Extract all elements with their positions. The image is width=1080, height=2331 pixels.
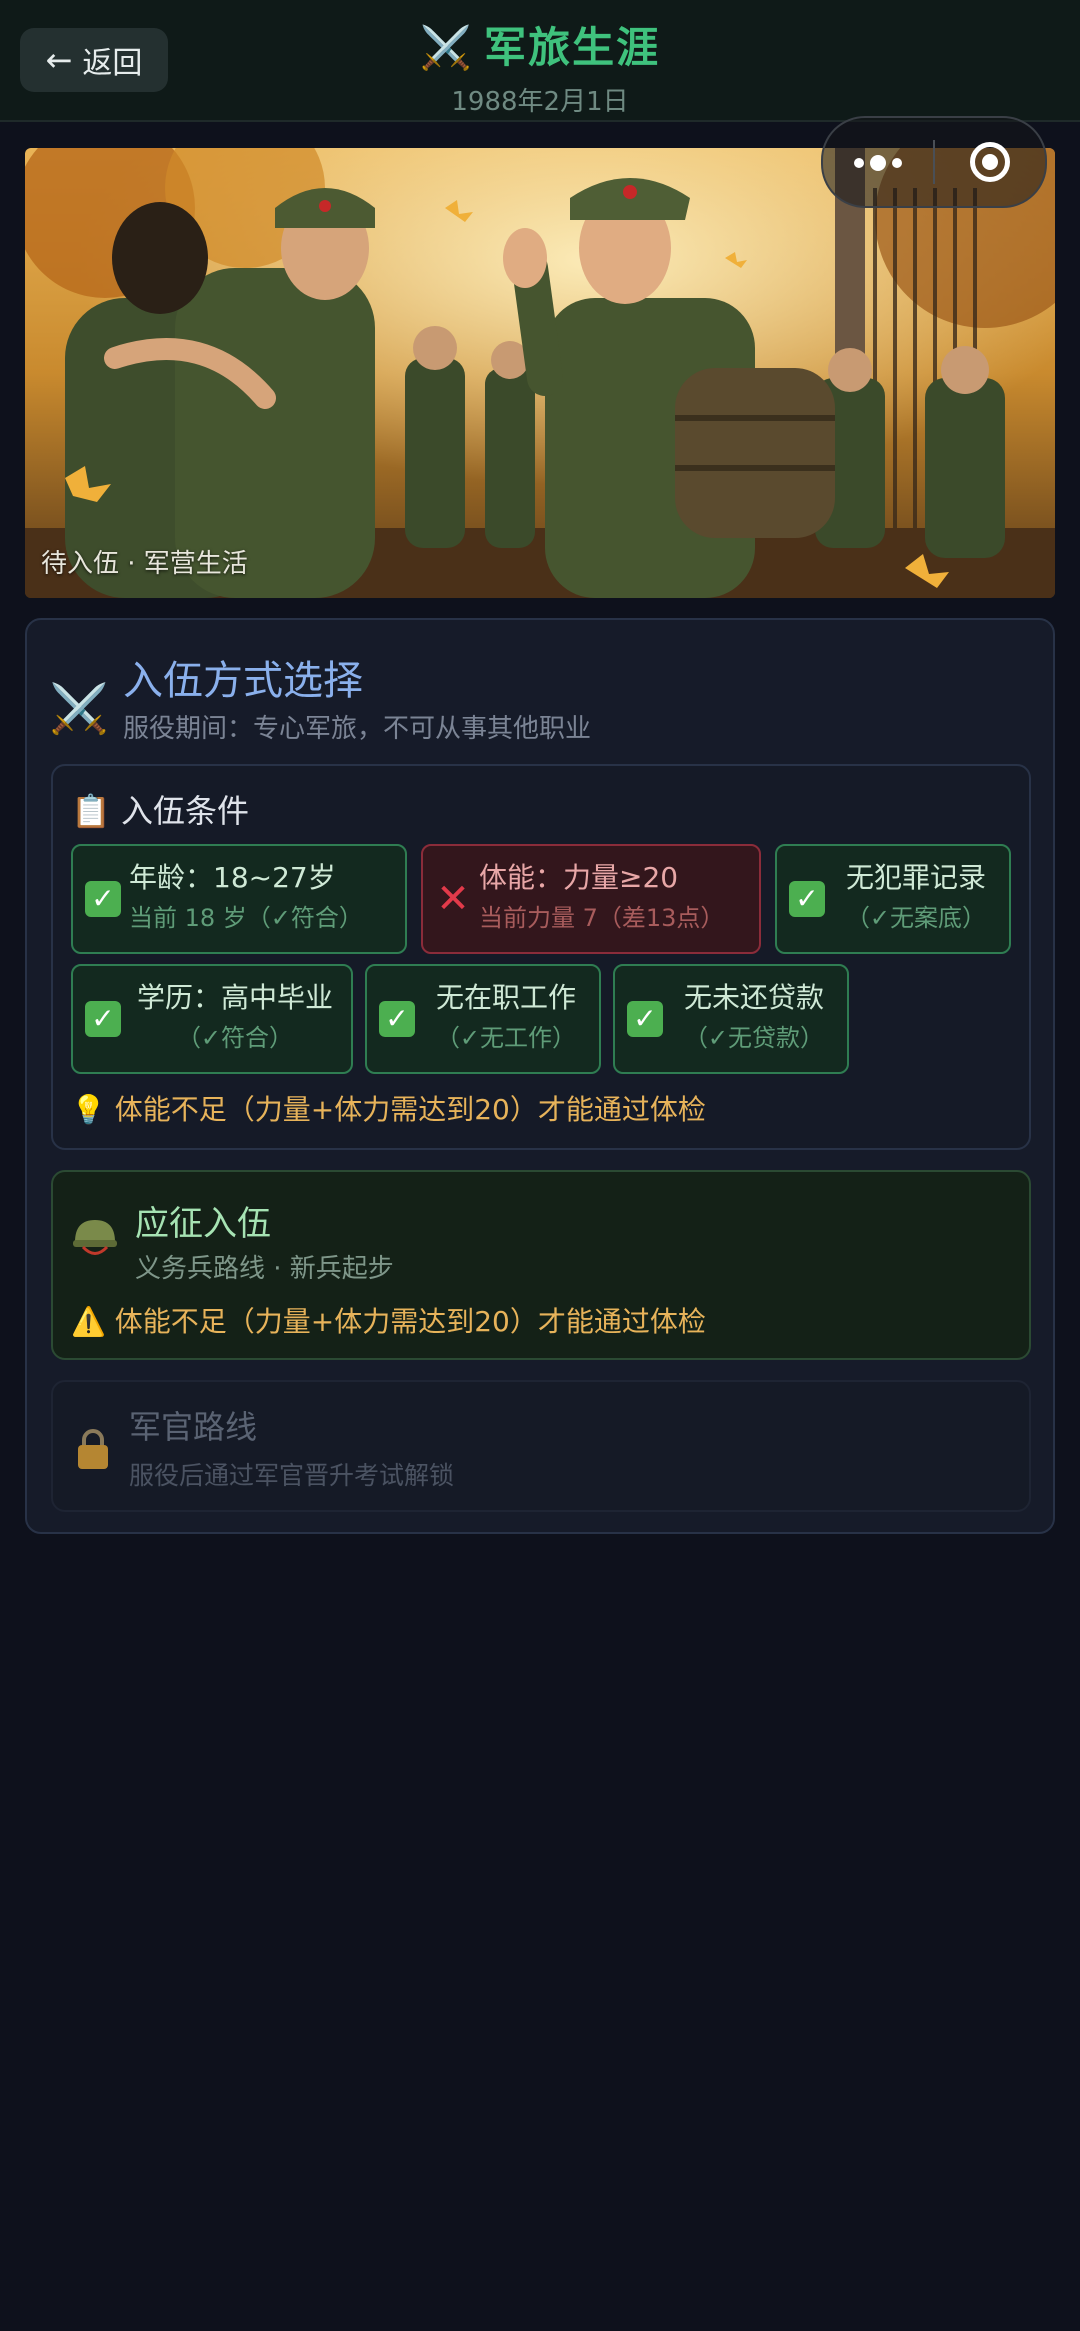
lock-icon: [78, 1429, 108, 1469]
condition-age: ✓ 年龄：18~27岁 当前 18 岁（✓符合）: [71, 844, 407, 954]
condition-label: 无在职工作: [435, 981, 576, 1014]
conscription-title: 应征入伍: [135, 1204, 271, 1244]
condition-no-job: ✓ 无在职工作 （✓无工作）: [365, 964, 601, 1074]
page-title: ⚔️ 军旅生涯: [0, 14, 1080, 75]
officer-route-subtitle: 服役后通过军官晋升考试解锁: [129, 1461, 455, 1490]
conditions-title: 📋 入伍条件: [71, 792, 250, 830]
close-mini-program-button[interactable]: [935, 142, 1045, 182]
condition-label: 无未还贷款: [683, 981, 824, 1014]
section-subtitle: 服役期间：专心军旅，不可从事其他职业: [123, 714, 592, 744]
condition-detail: （✓符合）: [176, 1024, 294, 1052]
mini-program-capsule: [821, 116, 1047, 208]
crossed-swords-icon: ⚔️: [419, 23, 475, 72]
hero-illustration: 待入伍 · 军营生活: [25, 148, 1055, 598]
condition-detail: 当前 18 岁（✓符合）: [129, 904, 363, 932]
page-title-text: 军旅生涯: [484, 23, 661, 72]
condition-label: 体能：力量≥20: [479, 861, 679, 894]
top-bar: ← 返回 ⚔️ 军旅生涯 1988年2月1日: [0, 0, 1080, 122]
banner-caption: 待入伍 · 军营生活: [41, 549, 248, 579]
check-icon: ✓: [789, 881, 825, 917]
condition-detail: （✓无贷款）: [683, 1024, 825, 1052]
conscription-warning: ⚠️ 体能不足（力量+体力需达到20）才能通过体检: [71, 1305, 706, 1338]
condition-detail: （✓无案底）: [845, 904, 987, 932]
fitness-tip: 💡 体能不足（力量+体力需达到20）才能通过体检: [71, 1093, 706, 1126]
record-target-icon: [970, 142, 1010, 182]
soldiers-farewell-illustration: [25, 148, 1055, 598]
condition-criminal-record: ✓ 无犯罪记录 （✓无案底）: [775, 844, 1011, 954]
game-date: 1988年2月1日: [451, 87, 629, 117]
more-menu-button[interactable]: [823, 153, 933, 172]
enlistment-method-card: ⚔️ 入伍方式选择 服役期间：专心军旅，不可从事其他职业 📋 入伍条件 ✓ 年龄…: [25, 618, 1055, 1534]
helmet-icon: [73, 1220, 117, 1255]
section-title: 入伍方式选择: [123, 658, 363, 704]
officer-route-option: 军官路线 服役后通过军官晋升考试解锁: [51, 1380, 1031, 1512]
condition-education: ✓ 学历：高中毕业 （✓符合）: [71, 964, 353, 1074]
check-icon: ✓: [627, 1001, 663, 1037]
cross-icon: ✕: [436, 876, 470, 922]
condition-no-loan: ✓ 无未还贷款 （✓无贷款）: [613, 964, 849, 1074]
title-block: ⚔️ 军旅生涯 1988年2月1日: [0, 14, 1080, 118]
conscription-option[interactable]: 应征入伍 义务兵路线 · 新兵起步 ⚠️ 体能不足（力量+体力需达到20）才能通…: [51, 1170, 1031, 1360]
condition-detail: （✓无工作）: [435, 1024, 577, 1052]
check-icon: ✓: [85, 881, 121, 917]
more-dots-icon: [854, 157, 864, 168]
enlistment-conditions-panel: 📋 入伍条件 ✓ 年龄：18~27岁 当前 18 岁（✓符合） ✕ 体能：力量≥…: [51, 764, 1031, 1150]
condition-label: 学历：高中毕业: [136, 981, 333, 1014]
condition-detail: 当前力量 7（差13点）: [479, 904, 725, 932]
conscription-subtitle: 义务兵路线 · 新兵起步: [135, 1254, 394, 1284]
check-icon: ✓: [379, 1001, 415, 1037]
check-icon: ✓: [85, 1001, 121, 1037]
condition-label: 年龄：18~27岁: [129, 861, 336, 894]
condition-fitness: ✕ 体能：力量≥20 当前力量 7（差13点）: [421, 844, 761, 954]
officer-route-title: 军官路线: [129, 1408, 258, 1446]
crossed-swords-icon: ⚔️: [49, 681, 109, 737]
condition-label: 无犯罪记录: [845, 861, 986, 894]
